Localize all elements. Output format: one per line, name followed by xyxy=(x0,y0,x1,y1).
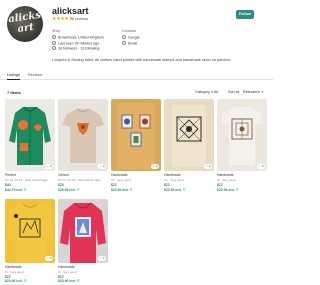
check-icon xyxy=(122,35,126,39)
listing-price: $22 xyxy=(111,183,117,187)
category-filter[interactable]: Category▼ xyxy=(195,89,214,95)
sort-dropdown[interactable]: Relevance▼ xyxy=(243,89,264,95)
listing-card[interactable]: ♡ 0 Handmade M · Very good $22 $23.96 in… xyxy=(217,99,267,195)
category-value[interactable]: All xyxy=(214,89,218,95)
contacts-heading: Contacts xyxy=(122,29,137,33)
listing-size-condition: XL · Very good xyxy=(111,178,131,182)
listing-price: $22 xyxy=(5,274,11,279)
shop-info-heading: Shop xyxy=(52,29,61,33)
listing-card[interactable]: ♡ 0 Printed M / 12-14 Y8 · New without t… xyxy=(5,99,55,195)
listing-price-incl: $23.96 incl. © xyxy=(217,188,239,192)
listing-photo-pink-hoodie[interactable]: ♡ 1 xyxy=(58,199,108,263)
listing-title: Handmade xyxy=(5,265,22,269)
listing-size-condition: M / 12-14 Y8 · New without tags xyxy=(5,178,48,182)
users-icon xyxy=(52,46,56,50)
favourite-button[interactable]: ♡ 0 xyxy=(150,164,159,169)
favourite-button[interactable]: ♡ 0 xyxy=(203,164,212,169)
listing-photo-green-hoodie[interactable]: ♡ 0 xyxy=(5,99,55,171)
listing-title: Handmade xyxy=(217,173,234,177)
listing-title: Handmade xyxy=(58,265,75,269)
listing-price: $22 xyxy=(164,183,170,187)
favourite-button[interactable]: ♡ 0 xyxy=(44,164,53,169)
location-row: Brownhead, United Kingdom xyxy=(52,35,104,39)
avatar-logo-text: alicks art xyxy=(7,9,42,36)
listing-size-condition: M · Very good xyxy=(5,270,24,274)
listing-price-incl: $23.96 incl. © xyxy=(111,188,133,192)
tab-listings[interactable]: Listings xyxy=(7,71,20,80)
listing-price-incl: $44.79 incl. © xyxy=(5,188,27,192)
listing-photo-mustard-tee[interactable]: ♡ 0 xyxy=(111,99,161,171)
listing-size-condition: M · Very good xyxy=(58,270,77,274)
listing-size-condition: M · Very good xyxy=(217,178,236,182)
items-count: 7 items xyxy=(7,90,21,95)
listing-size-condition: XL · Very good xyxy=(164,178,184,182)
last-seen-row: Last seen 39 minutes ago xyxy=(52,40,99,45)
listing-price: $40 xyxy=(5,183,11,187)
listing-price-incl: $26.66 incl. © xyxy=(58,188,80,192)
check-icon xyxy=(122,40,126,45)
listing-card[interactable]: ♡ 0 Handmade XL · Very good $22 $23.96 i… xyxy=(164,99,214,195)
chevron-down-icon: ▼ xyxy=(260,90,264,94)
listing-card[interactable]: ♡ 0 Handmade M · Very good $22 $23.96 in… xyxy=(5,199,55,283)
reviews-link[interactable]: 8 reviews xyxy=(72,17,88,21)
listing-price-incl: $23.96 incl. © xyxy=(58,279,80,283)
listing-price: $22 xyxy=(217,183,223,187)
google-verified-row: Google xyxy=(122,35,140,39)
tab-reviews[interactable]: Reviews xyxy=(28,71,42,79)
listing-photo-beige-tee[interactable]: ♡ 0 xyxy=(58,99,108,171)
rating-stars-icon: ★★★★★ xyxy=(52,16,73,22)
favourite-button[interactable]: ♡ 0 xyxy=(44,256,53,261)
listing-card[interactable]: ♡ 0 Handmade XL · Very good $22 $23.96 i… xyxy=(111,99,161,195)
shop-bio: Linoprint & Sewing artist. All clothes h… xyxy=(52,58,231,62)
email-verified-row: Email xyxy=(122,40,137,45)
favourite-button[interactable]: ♡ 0 xyxy=(97,164,106,169)
profile-tabs: Listings Reviews xyxy=(0,71,273,80)
favourite-button[interactable]: ♡ 1 xyxy=(97,256,106,261)
listing-price-incl: $23.96 incl. © xyxy=(164,188,186,192)
listing-price: $22 xyxy=(58,274,64,279)
listing-title: Printed xyxy=(5,173,16,177)
listing-title: Handmade xyxy=(111,173,128,177)
follow-button[interactable]: Follow xyxy=(236,10,254,19)
followers-row[interactable]: 16 followers · 19 following xyxy=(52,46,99,50)
listing-card[interactable]: ♡ 1 Handmade M · Very good $22 $23.96 in… xyxy=(58,199,108,283)
clock-icon xyxy=(52,40,56,45)
listing-price: $25 xyxy=(58,183,64,187)
location-pin-icon xyxy=(52,35,56,39)
listing-title: Handmade xyxy=(164,173,181,177)
listing-photo-yellow-sweatshirt[interactable]: ♡ 0 xyxy=(5,199,55,263)
listing-title: Vibrant xyxy=(58,173,69,177)
sort-label: Sort by xyxy=(228,90,240,94)
favourite-button[interactable]: ♡ 0 xyxy=(256,164,265,169)
listing-size-condition: M / 12-14 Y8 · New without tags xyxy=(58,178,101,182)
listing-price-incl: $23.96 incl. © xyxy=(5,279,27,283)
listing-photo-white-tee[interactable]: ♡ 0 xyxy=(217,99,267,171)
shop-avatar: alicks art xyxy=(7,6,43,42)
shop-name: alicksart xyxy=(52,6,89,16)
listing-photo-cream-tee[interactable]: ♡ 0 xyxy=(164,99,214,171)
listing-card[interactable]: ♡ 0 Vibrant M / 12-14 Y8 · New without t… xyxy=(58,99,108,195)
